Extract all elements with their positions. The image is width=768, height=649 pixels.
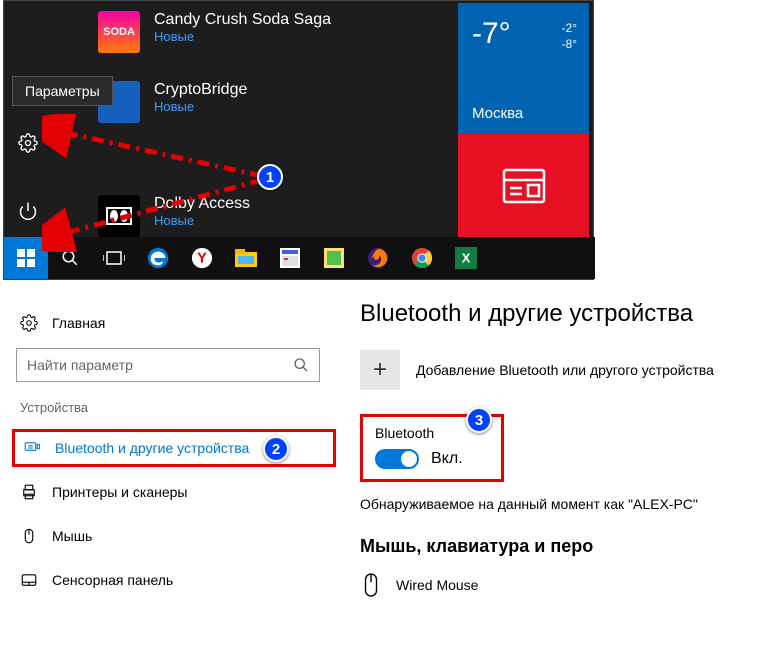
app-icon[interactable]: [312, 237, 356, 279]
settings-window: Главная Найти параметр Устройства Blueto…: [6, 296, 766, 605]
power-button[interactable]: [4, 187, 52, 235]
app-subtitle: Новые: [154, 213, 250, 228]
sidebar-item-touchpad[interactable]: Сенсорная панель: [12, 561, 336, 599]
sidebar-label: Мышь: [52, 528, 92, 544]
page-title: Bluetooth и другие устройства: [360, 300, 766, 328]
app-item[interactable]: SODA Candy Crush Soda Saga Новые: [98, 11, 331, 63]
section-heading: Мышь, клавиатура и перо: [360, 536, 766, 557]
discoverable-text: Обнаруживаемое на данный момент как "ALE…: [360, 496, 766, 512]
gear-icon: [20, 314, 38, 332]
add-device-row[interactable]: + Добавление Bluetooth или другого устро…: [360, 350, 766, 390]
start-button[interactable]: [4, 237, 48, 279]
taskbar: Y X: [4, 237, 595, 279]
app-subtitle: Новые: [154, 29, 331, 44]
printer-icon: [20, 483, 38, 501]
search-icon: [293, 357, 309, 373]
bluetooth-state: Вкл.: [431, 450, 463, 468]
live-tiles: -7° -2° -8° Москва: [458, 3, 591, 238]
chrome-icon[interactable]: [400, 237, 444, 279]
app-list: SODA Candy Crush Soda Saga Новые CryptoB…: [98, 11, 331, 265]
touchpad-icon: [20, 571, 38, 589]
svg-text:Y: Y: [197, 251, 207, 267]
firefox-icon[interactable]: [356, 237, 400, 279]
app-title: Dolby Access: [154, 195, 250, 213]
weather-tile[interactable]: -7° -2° -8° Москва: [458, 3, 589, 134]
mouse-icon: [360, 571, 382, 599]
taskview-button[interactable]: [92, 237, 136, 279]
bluetooth-label: Bluetooth: [375, 425, 463, 441]
callout-2: 2: [263, 436, 289, 462]
device-item[interactable]: Wired Mouse: [360, 571, 766, 599]
weather-temp: -7°: [472, 17, 575, 51]
bluetooth-toggle[interactable]: [375, 449, 419, 469]
mouse-icon: [20, 527, 38, 545]
app-subtitle: Новые: [154, 99, 247, 114]
add-device-button[interactable]: +: [360, 350, 400, 390]
app-item[interactable]: CryptoBridge Новые: [98, 81, 331, 133]
settings-content: Bluetooth и другие устройства + Добавлен…: [360, 296, 766, 599]
yandex-icon[interactable]: Y: [180, 237, 224, 279]
start-menu: Параметры SODA Candy Crush Soda Saga Нов…: [3, 0, 594, 280]
search-input[interactable]: Найти параметр: [16, 348, 320, 382]
sidebar-label: Принтеры и сканеры: [52, 484, 187, 500]
app-title: CryptoBridge: [154, 81, 247, 99]
device-name: Wired Mouse: [396, 577, 478, 593]
news-icon: [502, 168, 546, 204]
add-device-label: Добавление Bluetooth или другого устройс…: [416, 362, 714, 378]
settings-button[interactable]: [4, 119, 52, 167]
settings-tooltip: Параметры: [12, 76, 113, 106]
sidebar-label: Сенсорная панель: [52, 572, 173, 588]
weather-city: Москва: [472, 105, 523, 122]
sidebar-label: Главная: [52, 315, 105, 331]
news-tile[interactable]: [458, 134, 589, 238]
app-icon[interactable]: [268, 237, 312, 279]
edge-icon[interactable]: [136, 237, 180, 279]
sidebar-item-printers[interactable]: Принтеры и сканеры: [12, 473, 336, 511]
explorer-icon[interactable]: [224, 237, 268, 279]
svg-text:X: X: [462, 251, 471, 266]
excel-icon[interactable]: X: [444, 237, 488, 279]
weather-range: -2° -8°: [562, 21, 577, 52]
sidebar-item-mouse[interactable]: Мышь: [12, 517, 336, 555]
callout-1: 1: [257, 164, 283, 190]
sidebar-section-heading: Устройства: [20, 400, 336, 415]
sidebar-label: Bluetooth и другие устройства: [55, 440, 249, 456]
bluetooth-icon: [23, 439, 41, 457]
search-button[interactable]: [48, 237, 92, 279]
start-left-rail: [4, 1, 54, 237]
sidebar-home[interactable]: Главная: [12, 304, 336, 342]
app-icon-dolby: [98, 195, 140, 237]
search-placeholder: Найти параметр: [27, 357, 133, 373]
app-icon-candy-crush: SODA: [98, 11, 140, 53]
callout-3: 3: [466, 407, 492, 433]
app-title: Candy Crush Soda Saga: [154, 11, 331, 29]
